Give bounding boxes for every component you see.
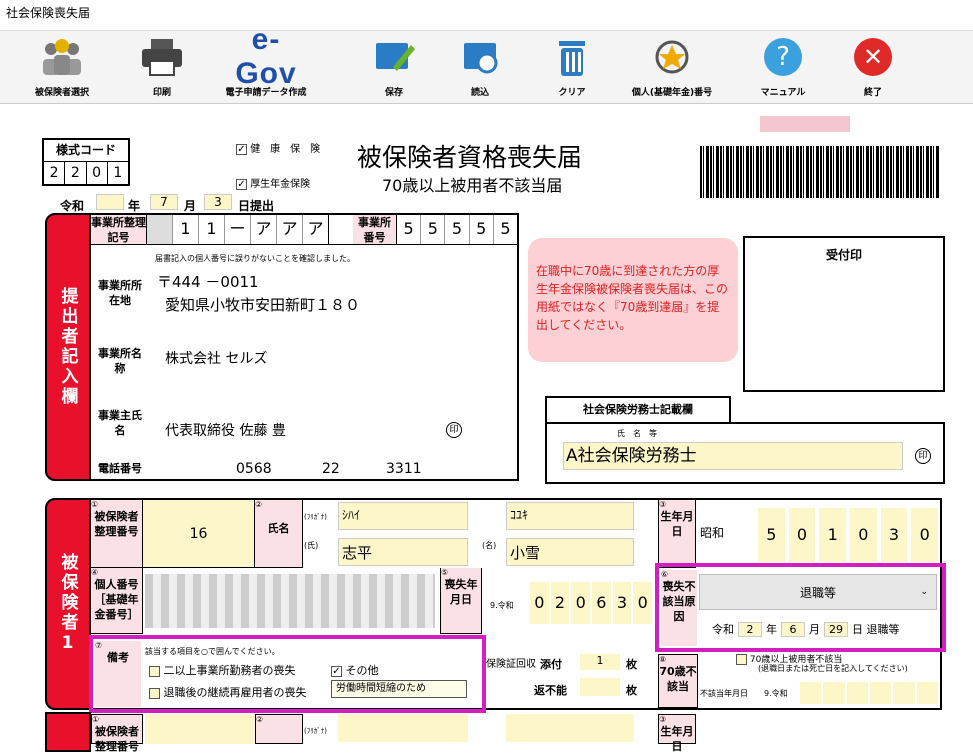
sharoushi-name-input[interactable]: A社会保険労務士 xyxy=(563,442,903,470)
birth-date-field[interactable]: 5 0 1 0 3 0 xyxy=(758,508,939,562)
clear-button[interactable]: クリア xyxy=(527,37,617,101)
submit-month-input[interactable]: 7 xyxy=(150,194,178,210)
postal-code: 〒444 －0011 xyxy=(157,273,259,291)
exit-button[interactable]: ✕ 終了 xyxy=(828,37,918,101)
select-insured-button[interactable]: 被保険者選択 xyxy=(17,37,107,101)
phone-local: 22 xyxy=(322,461,340,477)
load-button[interactable]: 読込 xyxy=(435,37,525,101)
submit-day-input[interactable]: 3 xyxy=(204,194,232,210)
phone-area: 0568 xyxy=(236,461,272,477)
phone-number: 3311 xyxy=(386,461,422,477)
insured-number-input[interactable]: 16 xyxy=(143,500,255,568)
egov-logo: e-Gov xyxy=(235,23,297,90)
submit-year-input[interactable] xyxy=(96,194,124,210)
seal-mark: 印 xyxy=(446,422,462,438)
insured2-kana-given-input[interactable] xyxy=(506,714,634,742)
receipt-stamp-area: 受付印 xyxy=(743,236,945,392)
attached-count-input[interactable]: 1 xyxy=(580,654,620,670)
trash-icon xyxy=(527,37,617,77)
submitter-side-label: 提出者記入欄 xyxy=(45,213,91,481)
kana-surname-input[interactable]: ｼﾊｲ xyxy=(338,502,468,530)
star-refresh-icon xyxy=(627,37,717,77)
people-icon xyxy=(17,37,107,77)
over70-date-field[interactable] xyxy=(800,682,938,704)
insured2-number-input[interactable] xyxy=(145,714,255,744)
redacted-area xyxy=(760,116,850,132)
toolbar: 被保険者選択 印刷 e-Gov 電子申請データ作成 保存 読込 クリア 個人(基… xyxy=(0,23,973,104)
load-folder-icon xyxy=(435,37,525,77)
manual-button[interactable]: ? マニュアル xyxy=(738,37,828,101)
style-code-digit: 0 xyxy=(87,162,108,184)
returnless-count-input[interactable] xyxy=(580,678,620,696)
e-gov-button[interactable]: e-Gov 電子申請データ作成 xyxy=(221,23,311,101)
form-subtitle: 70歳以上被用者不該当届 xyxy=(382,176,563,195)
reason-select[interactable]: 退職等 ⌄ xyxy=(699,574,937,610)
style-code-digit: 2 xyxy=(65,162,87,184)
notice-box: 在職中に70歳に到達された方の厚生年金保険被保険者喪失届は、この用紙ではなく『7… xyxy=(528,238,738,362)
company-name: 株式会社 セルズ xyxy=(165,351,268,367)
owner-name: 代表取締役 佐藤 豊 xyxy=(165,423,286,439)
insured2-kana-surname-input[interactable] xyxy=(338,714,468,742)
surname-input[interactable]: 志平 xyxy=(338,538,468,566)
insured-side-label: 被保険者1 xyxy=(45,498,91,710)
save-button[interactable]: 保存 xyxy=(349,37,439,101)
note-option-1[interactable]: 二以上事業所勤務者の喪失 xyxy=(149,662,296,678)
style-code-digit: 2 xyxy=(44,162,66,184)
barcode xyxy=(700,146,940,198)
close-icon: ✕ xyxy=(828,37,918,77)
print-button[interactable]: 印刷 xyxy=(117,37,207,101)
office-number-field[interactable]: 5 5 5 5 5 xyxy=(397,215,517,245)
form-title: 被保険者資格喪失届 xyxy=(357,143,583,172)
note-other-input[interactable]: 労働時間短縮のため xyxy=(331,680,467,698)
note-option-other[interactable]: ✓ その他 xyxy=(331,662,379,678)
health-insurance-checkbox[interactable]: ✓ 健 康 保 険 xyxy=(236,140,320,155)
sharoushi-section: 氏 名 等 A社会保険労務士 印 xyxy=(545,422,945,484)
reason-date-field[interactable]: 令和 2 年 6月 29 日 退職等 xyxy=(712,621,900,637)
kana-given-input[interactable]: ｺﾕｷ xyxy=(506,502,634,530)
given-name-input[interactable]: 小雪 xyxy=(506,538,634,566)
pension-number-button[interactable]: 個人(基礎年金)番号 xyxy=(627,37,717,101)
note-option-2[interactable]: 退職後の継続再雇用者の喪失 xyxy=(149,684,307,700)
my-number-field[interactable] xyxy=(145,574,435,628)
help-icon: ? xyxy=(738,37,828,77)
office-code-field[interactable]: 1 1 ー ア ア ア xyxy=(147,215,353,245)
window-title: 社会保険喪失届 xyxy=(6,6,91,20)
sharoushi-title: 社会保険労務士記載欄 xyxy=(545,396,731,424)
birth-era-select[interactable]: 昭和 xyxy=(700,524,750,541)
printer-icon xyxy=(117,37,207,77)
office-address: 愛知県小牧市安田新町１８０ xyxy=(165,296,361,314)
save-folder-icon xyxy=(349,37,439,77)
style-code-box: 様式コード 2 2 0 1 xyxy=(42,138,130,186)
style-code-digit: 1 xyxy=(113,165,123,181)
pension-insurance-checkbox[interactable]: ✓ 厚生年金保険 xyxy=(236,175,310,190)
loss-date-field[interactable]: 0 2 0 6 3 0 xyxy=(530,582,653,624)
chevron-down-icon: ⌄ xyxy=(920,587,928,597)
